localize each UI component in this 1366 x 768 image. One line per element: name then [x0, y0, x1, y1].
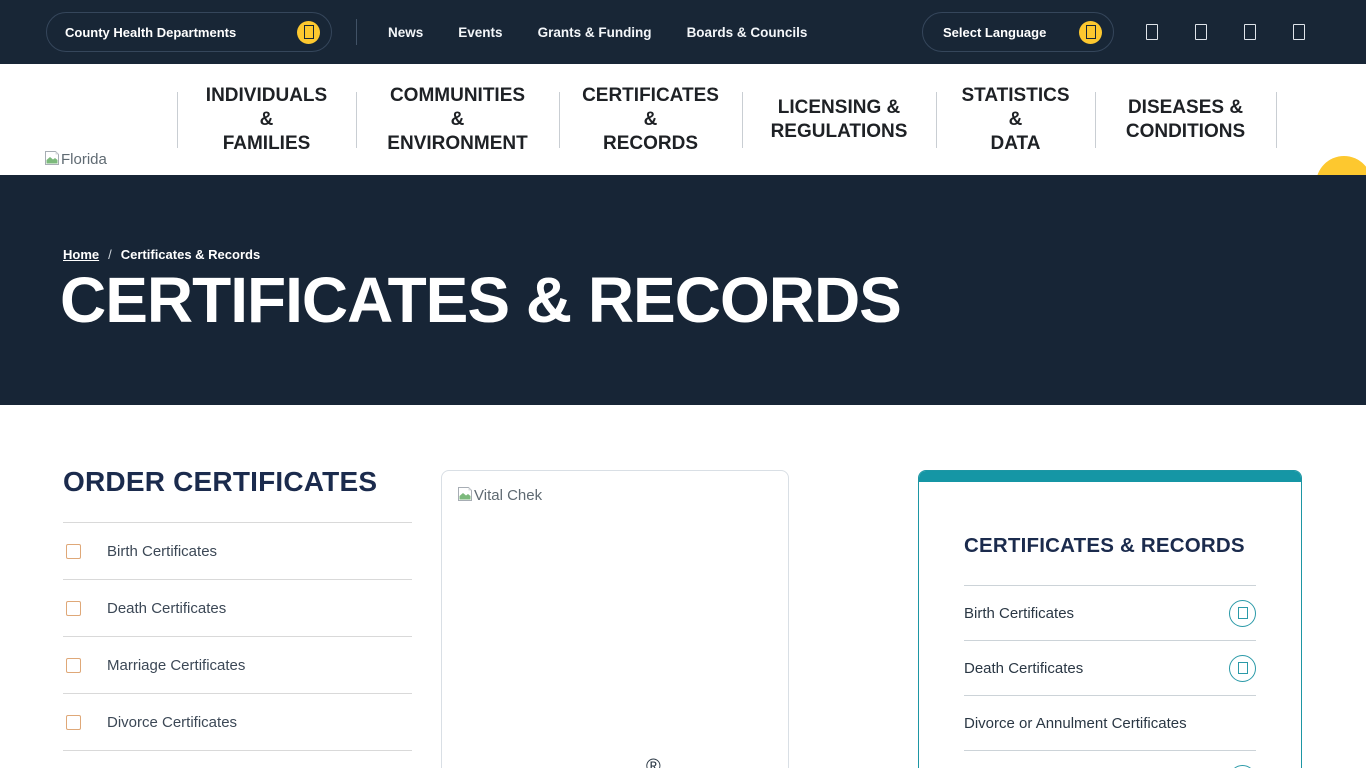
divider: [356, 19, 357, 45]
registered-trademark-symbol: ®: [646, 756, 661, 768]
vitalchek-card[interactable]: Vital Chek ®: [441, 470, 789, 768]
nav-statistics-data[interactable]: STATISTICS & DATA: [936, 64, 1095, 175]
bullet-icon: [66, 544, 81, 559]
list-item-marriage-certificates[interactable]: Marriage Certificates: [63, 637, 412, 694]
hero-banner: Home / Certificates & Records CERTIFICAT…: [0, 175, 1366, 405]
vitalchek-broken-image: Vital Chek: [457, 486, 542, 506]
link-boards-councils[interactable]: Boards & Councils: [687, 25, 808, 40]
utility-bar: County Health Departments News Events Gr…: [0, 0, 1366, 64]
utility-links: News Events Grants & Funding Boards & Co…: [388, 0, 807, 64]
list-item-divorce-certificates[interactable]: Divorce Certificates: [63, 694, 412, 751]
breadcrumb: Home / Certificates & Records: [63, 247, 260, 262]
broken-image-icon: [457, 486, 473, 506]
breadcrumb-current: Certificates & Records: [121, 247, 260, 262]
missing-glyph-icon: [1238, 662, 1248, 674]
nav-communities-environment[interactable]: COMMUNITIES & ENVIRONMENT: [356, 64, 559, 175]
link-grants-funding[interactable]: Grants & Funding: [538, 25, 652, 40]
sidebar-item-marriage-certificates[interactable]: Marriage Certificates: [964, 751, 1256, 768]
expand-icon[interactable]: [1229, 600, 1256, 627]
certificates-records-sidebar: CERTIFICATES & RECORDS Birth Certificate…: [918, 470, 1302, 768]
breadcrumb-home-link[interactable]: Home: [63, 247, 99, 262]
nav-individuals-families[interactable]: INDIVIDUALS & FAMILIES: [177, 64, 356, 175]
bullet-icon: [66, 715, 81, 730]
main-navigation: Florida Department of Health INDIVIDUALS…: [0, 64, 1366, 175]
social-icon-4[interactable]: [1293, 24, 1305, 40]
sidebar-item-death-certificates[interactable]: Death Certificates: [964, 641, 1256, 696]
bullet-icon: [66, 658, 81, 673]
card-body: CERTIFICATES & RECORDS Birth Certificate…: [919, 482, 1301, 768]
order-certificates-heading: ORDER CERTIFICATES: [63, 466, 412, 498]
sidebar-item-divorce-annulment-certificates[interactable]: Divorce or Annulment Certificates: [964, 696, 1256, 751]
nav-licensing-regulations[interactable]: LICENSING & REGULATIONS: [742, 64, 936, 175]
sidebar-heading: CERTIFICATES & RECORDS: [964, 482, 1256, 558]
social-icons: [1146, 0, 1305, 64]
language-dropdown-icon: [1079, 21, 1102, 44]
list-item-birth-certificates[interactable]: Birth Certificates: [63, 523, 412, 580]
breadcrumb-separator: /: [108, 247, 112, 262]
order-certificates-list: Birth Certificates Death Certificates Ma…: [63, 522, 412, 751]
list-item-death-certificates[interactable]: Death Certificates: [63, 580, 412, 637]
missing-glyph-icon: [1086, 25, 1096, 39]
expand-icon[interactable]: [1229, 765, 1256, 768]
page: County Health Departments News Events Gr…: [0, 0, 1366, 768]
link-news[interactable]: News: [388, 25, 423, 40]
order-certificates-section: ORDER CERTIFICATES Birth Certificates De…: [63, 466, 412, 751]
sidebar-item-birth-certificates[interactable]: Birth Certificates: [964, 586, 1256, 641]
sidebar-list: Birth Certificates Death Certificates Di…: [964, 585, 1256, 768]
page-title: CERTIFICATES & RECORDS: [60, 263, 901, 337]
county-dropdown-icon: [297, 21, 320, 44]
language-button-label: Select Language: [943, 25, 1046, 40]
missing-glyph-icon: [304, 25, 314, 39]
card-accent-bar: [919, 471, 1301, 482]
county-button-label: County Health Departments: [65, 25, 236, 40]
social-icon-3[interactable]: [1244, 24, 1256, 40]
county-health-departments-button[interactable]: County Health Departments: [46, 12, 332, 52]
expand-icon[interactable]: [1229, 655, 1256, 682]
link-events[interactable]: Events: [458, 25, 502, 40]
bullet-icon: [66, 601, 81, 616]
nav-certificates-records[interactable]: CERTIFICATES & RECORDS: [559, 64, 742, 175]
social-icon-1[interactable]: [1146, 24, 1158, 40]
nav-diseases-conditions[interactable]: DISEASES & CONDITIONS: [1095, 64, 1276, 175]
broken-image-icon: [44, 150, 60, 173]
missing-glyph-icon: [1238, 607, 1248, 619]
nav-items: INDIVIDUALS & FAMILIES COMMUNITIES & ENV…: [177, 64, 1277, 175]
select-language-button[interactable]: Select Language: [922, 12, 1114, 52]
vitalchek-alt-text: Vital Chek: [474, 487, 542, 504]
divider: [1276, 92, 1277, 148]
social-icon-2[interactable]: [1195, 24, 1207, 40]
